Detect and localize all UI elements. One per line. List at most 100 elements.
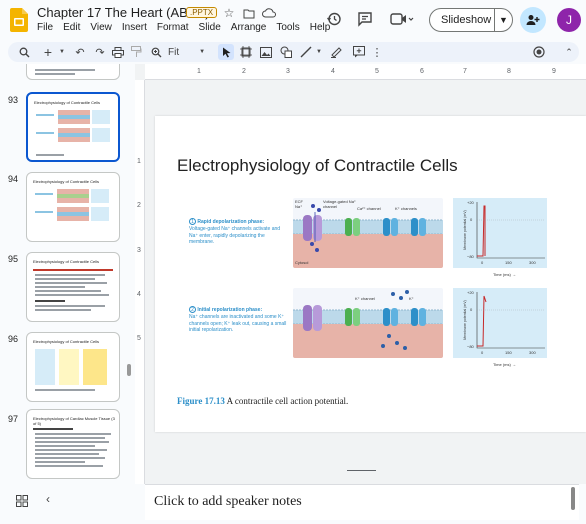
new-slide-dropdown-icon[interactable]: ▼ <box>57 44 67 60</box>
xtick: 300 <box>529 260 536 265</box>
slide-thumbnail-93[interactable]: Electrophysiology of Contractile Cells <box>26 92 120 162</box>
paint-format-icon[interactable] <box>128 44 144 60</box>
underline-tool-icon[interactable] <box>328 44 344 60</box>
zoom-dropdown-icon[interactable]: ▼ <box>199 49 205 55</box>
slide-thumbnail-92[interactable] <box>26 64 120 80</box>
file-type-badge: .PPTX <box>186 7 218 18</box>
share-button[interactable] <box>520 7 546 33</box>
grid-view-icon[interactable] <box>16 494 28 512</box>
image-icon[interactable] <box>258 44 274 60</box>
zoom-value: Fit <box>168 46 180 58</box>
ytick: −80 <box>467 254 474 259</box>
more-icon[interactable]: ⋮ <box>372 44 383 60</box>
xtick: 150 <box>505 260 512 265</box>
slideshow-button[interactable]: Slideshow ▼ <box>429 8 513 32</box>
membrane-diagram-1: ECF Na⁺ Voltage-gated Na⁺ channel Ca²⁺ c… <box>293 198 443 268</box>
step-number: 1 <box>189 218 196 225</box>
menu-arrange[interactable]: Arrange <box>231 22 267 33</box>
line-dropdown-icon[interactable]: ▼ <box>314 44 324 60</box>
redo-icon[interactable]: ↷ <box>92 44 108 60</box>
step-1-body: Voltage-gated Na⁺ channels activate and … <box>189 225 281 246</box>
ytick: +20 <box>467 290 474 295</box>
comments-icon[interactable] <box>356 10 374 28</box>
ruler-mark: 5 <box>375 68 379 75</box>
menu-file[interactable]: File <box>37 22 53 33</box>
k-channel-label: K⁺ channel <box>355 296 375 301</box>
undo-icon[interactable]: ↶ <box>72 44 88 60</box>
step-number: 2 <box>189 306 196 313</box>
ruler-mark: 8 <box>507 68 511 75</box>
slide-number: 95 <box>8 254 19 264</box>
print-icon[interactable] <box>110 44 126 60</box>
filmstrip-footer: ‹ <box>0 484 145 524</box>
line-icon[interactable] <box>298 44 314 60</box>
comment-icon[interactable] <box>351 44 367 60</box>
ruler-mark: 6 <box>420 68 424 75</box>
meet-icon[interactable] <box>389 10 415 28</box>
notes-scrollbar[interactable] <box>571 487 575 510</box>
add-person-icon <box>526 15 540 25</box>
collapse-toolbar-icon[interactable]: ⌃ <box>561 44 577 60</box>
horizontal-ruler[interactable]: 1 2 3 4 5 6 7 8 9 <box>145 64 586 80</box>
menu-edit[interactable]: Edit <box>63 22 80 33</box>
slide-number: 97 <box>8 414 19 424</box>
frame-icon[interactable] <box>238 44 254 60</box>
menu-slide[interactable]: Slide <box>199 22 221 33</box>
menu-insert[interactable]: Insert <box>122 22 147 33</box>
membrane-potential-graph-2: Membrane potential (mV) +20 0 −80 0 150 … <box>453 288 547 367</box>
menu-tools[interactable]: Tools <box>276 22 299 33</box>
move-folder-icon[interactable] <box>242 6 256 20</box>
history-icon[interactable] <box>325 10 343 28</box>
figure-caption: Figure 17.13 A contractile cell action p… <box>177 396 348 406</box>
top-bar: Chapter 17 The Heart (ABBV) .PPTX ☆ File… <box>0 0 586 40</box>
xtick: 0 <box>481 350 484 355</box>
ruler-mark: 4 <box>137 291 141 298</box>
ruler-mark: 2 <box>242 68 246 75</box>
ruler-mark: 9 <box>552 68 556 75</box>
notes-resize-handle[interactable] <box>347 470 376 471</box>
search-icon[interactable] <box>16 44 32 60</box>
filmstrip-scrollbar[interactable] <box>127 364 131 376</box>
ytick: 0 <box>470 217 473 222</box>
record-icon[interactable] <box>531 44 547 60</box>
figure-number: Figure 17.13 <box>177 396 225 406</box>
slide-thumbnail-97[interactable]: Electrophysiology of Cardiac Muscle Tiss… <box>26 409 120 479</box>
ruler-mark: 1 <box>137 158 141 165</box>
document-title[interactable]: Chapter 17 The Heart (ABBV) <box>37 5 209 20</box>
slide-number: 94 <box>8 174 19 184</box>
new-slide-icon[interactable]: + <box>40 44 56 60</box>
xtick: 150 <box>505 350 512 355</box>
step-2-body: Na⁺ channels are inactivated and some K⁺… <box>189 313 287 334</box>
star-icon[interactable]: ☆ <box>222 6 236 20</box>
thumb-title: Electrophysiology of Cardiac Muscle Tiss… <box>33 416 115 426</box>
xtick: 0 <box>481 260 484 265</box>
figure-step-2: 2 Initial repolarization phase: Na⁺ chan… <box>189 288 549 367</box>
ruler-mark: 5 <box>137 335 141 342</box>
slide-thumbnail-96[interactable]: Electrophysiology of Contractile Cells <box>26 332 120 402</box>
slide-filmstrip: 93 Electrophysiology of Contractile Cell… <box>0 64 135 484</box>
select-icon[interactable] <box>218 44 234 60</box>
ruler-mark: 1 <box>197 68 201 75</box>
menu-view[interactable]: View <box>90 22 112 33</box>
current-slide[interactable]: Electrophysiology of Contractile Cells 1… <box>155 116 586 432</box>
membrane-diagram-2: K⁺ channel K⁺ <box>293 288 443 358</box>
shape-icon[interactable] <box>278 44 294 60</box>
slide-thumbnail-95[interactable]: Electrophysiology of Contractile Cells <box>26 252 120 322</box>
speaker-notes[interactable]: Click to add speaker notes <box>145 484 579 520</box>
slides-logo-icon[interactable] <box>10 8 28 32</box>
speaker-notes-placeholder[interactable]: Click to add speaker notes <box>154 494 302 510</box>
slideshow-dropdown-icon[interactable]: ▼ <box>495 15 512 25</box>
account-avatar[interactable]: J <box>557 8 581 32</box>
menu-format[interactable]: Format <box>157 22 189 33</box>
collapse-filmstrip-icon[interactable]: ‹ <box>46 492 50 506</box>
slideshow-label[interactable]: Slideshow <box>430 14 494 26</box>
cloud-status-icon[interactable] <box>262 6 276 20</box>
vertical-ruler[interactable]: 1 2 3 4 5 <box>135 80 145 484</box>
zoom-icon[interactable] <box>148 44 164 60</box>
slide-title[interactable]: Electrophysiology of Contractile Cells <box>177 156 458 176</box>
k-channels-label: K⁺ channels <box>395 206 417 211</box>
k-ion-label: K⁺ <box>409 296 414 301</box>
slide-thumbnail-94[interactable]: Electrophysiology of Contractile Cells <box>26 172 120 242</box>
zoom-select[interactable]: Fit ▼ <box>168 44 208 60</box>
ruler-mark: 7 <box>463 68 467 75</box>
